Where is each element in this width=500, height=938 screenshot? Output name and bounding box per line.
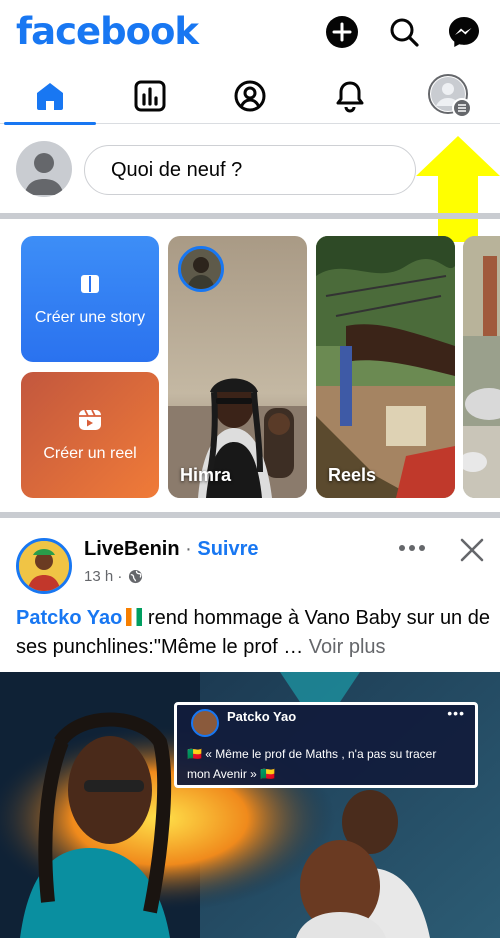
tab-dashboard[interactable] <box>104 68 196 124</box>
quote-avatar <box>191 709 219 737</box>
see-more-link[interactable]: Voir plus <box>309 636 386 658</box>
quote-text-line-2: mon Avenir » 🇧🇯 <box>187 767 276 781</box>
avatar[interactable] <box>16 141 72 197</box>
story-photo <box>316 236 455 498</box>
messenger-icon[interactable] <box>446 14 482 50</box>
globe-icon <box>129 569 143 584</box>
story-card[interactable] <box>463 236 500 498</box>
section-divider <box>0 512 500 518</box>
create-reel-card[interactable]: Créer un reel <box>21 372 159 498</box>
reel-icon <box>79 409 101 430</box>
search-icon[interactable] <box>386 14 422 50</box>
top-bar: facebook <box>0 0 500 68</box>
bell-icon <box>336 81 364 113</box>
tab-notifications[interactable] <box>304 68 396 124</box>
avatar-menu-icon <box>428 74 472 118</box>
story-card[interactable]: Reels <box>316 236 455 498</box>
plus-icon[interactable] <box>324 14 360 50</box>
tab-profile[interactable] <box>204 68 296 124</box>
quote-author: Patcko Yao <box>227 709 297 724</box>
user-circle-icon <box>234 80 266 112</box>
facebook-logo[interactable]: facebook <box>16 10 199 53</box>
feed-post: LiveBenin · Suivre 13 h · Patcko Yao ren… <box>0 522 500 938</box>
post-time[interactable]: 13 h · <box>84 568 122 585</box>
stories-tray: Créer une story Créer un reel Himra Reel… <box>0 222 500 512</box>
post-author-line: LiveBenin · Suivre <box>84 538 259 561</box>
story-photo <box>463 236 500 498</box>
author-separator: · <box>185 538 192 560</box>
chart-icon <box>134 80 166 112</box>
section-divider <box>0 213 500 219</box>
story-avatar <box>178 246 224 292</box>
story-name: Reels <box>328 465 377 485</box>
mention-link[interactable]: Patcko Yao <box>16 607 122 629</box>
page-avatar[interactable] <box>16 538 72 594</box>
tab-home[interactable] <box>4 68 96 125</box>
create-story-card[interactable]: Créer une story <box>21 236 159 362</box>
post-text: Patcko Yao rend hommage à Vano Baby sur … <box>16 604 492 662</box>
more-options-icon[interactable] <box>396 536 428 560</box>
create-reel-label: Créer un reel <box>43 445 137 462</box>
home-icon <box>37 83 63 110</box>
tab-bar <box>0 68 500 125</box>
quote-dots: ••• <box>447 705 465 721</box>
whats-on-your-mind-input[interactable]: Quoi de neuf ? <box>84 145 416 195</box>
post-author[interactable]: LiveBenin <box>84 538 180 560</box>
quoted-tweet-card: Patcko Yao ••• 🇧🇯 « Même le prof de Math… <box>174 702 478 788</box>
tab-menu[interactable] <box>404 68 496 124</box>
flag-icon <box>126 608 143 626</box>
close-icon[interactable] <box>456 534 488 566</box>
post-meta: 13 h · <box>84 568 143 585</box>
quote-text-line-1: 🇧🇯 « Même le prof de Maths , n'a pas su … <box>187 747 437 761</box>
create-story-label: Créer une story <box>34 309 146 326</box>
book-icon <box>81 275 99 293</box>
story-name: Himra <box>180 465 232 485</box>
follow-button[interactable]: Suivre <box>197 538 258 560</box>
story-card[interactable]: Himra <box>168 236 307 498</box>
post-image[interactable]: Patcko Yao ••• 🇧🇯 « Même le prof de Math… <box>0 672 500 938</box>
